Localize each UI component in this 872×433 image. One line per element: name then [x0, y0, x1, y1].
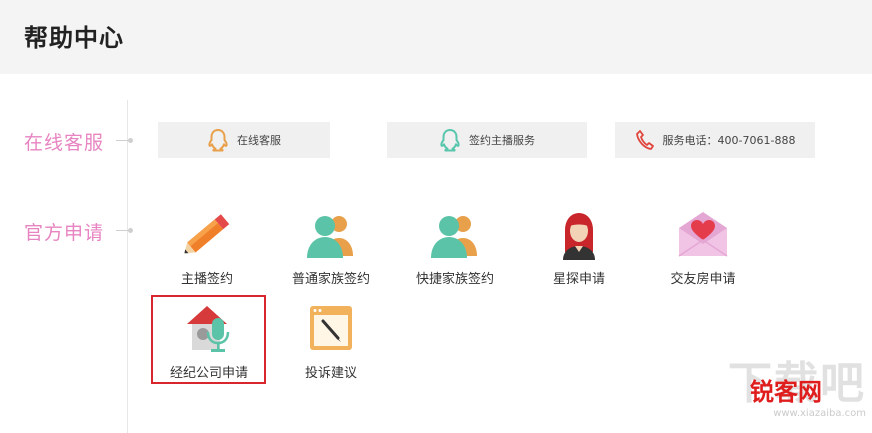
talent-scout-app[interactable]: 星探申请 — [524, 210, 634, 287]
app-label: 星探申请 — [552, 272, 605, 287]
group-icon — [307, 216, 353, 258]
watermark: 下载吧 锐客网 www.xiazaiba.com — [728, 362, 866, 420]
anchor-sign-service-label: 签约主播服务 — [469, 134, 535, 147]
complaint-suggestion-app[interactable]: 投诉建议 — [276, 304, 386, 381]
app-label: 普通家族签约 — [291, 272, 370, 287]
anchor-sign-app[interactable]: 主播签约 — [152, 210, 262, 287]
watermark-red-text: 锐客网 — [750, 378, 822, 406]
timeline-dot — [116, 138, 133, 143]
service-phone-button[interactable]: 服务电话：400-7061-888 — [615, 122, 815, 158]
house-microphone-icon — [187, 306, 230, 352]
dating-room-app[interactable]: 交友房申请 — [648, 210, 758, 287]
watermark-url: www.xiazaiba.com — [773, 408, 866, 419]
page-title: 帮助中心 — [24, 24, 124, 52]
service-phone-label: 服务电话：400-7061-888 — [662, 134, 796, 147]
quick-family-sign-app[interactable]: 快捷家族签约 — [400, 210, 510, 287]
love-letter-icon — [678, 212, 728, 257]
anchor-sign-service-button[interactable]: 签约主播服务 — [387, 122, 587, 158]
family-sign-app[interactable]: 普通家族签约 — [276, 210, 386, 287]
woman-avatar-icon — [563, 213, 595, 260]
agency-apply-app[interactable]: 经纪公司申请 — [154, 304, 264, 381]
app-label: 快捷家族签约 — [415, 272, 494, 287]
qq-icon — [208, 129, 228, 152]
online-service-button[interactable]: 在线客服 — [158, 122, 330, 158]
group-icon — [431, 216, 477, 258]
section-label-official: 官方申请 — [24, 222, 105, 244]
online-service-label: 在线客服 — [237, 134, 281, 147]
app-label: 交友房申请 — [670, 272, 736, 287]
page-header: 帮助中心 — [0, 0, 872, 74]
window-brush-icon — [310, 306, 352, 350]
app-label: 投诉建议 — [304, 366, 357, 381]
section-label-online: 在线客服 — [24, 132, 105, 154]
timeline-dot — [116, 228, 133, 233]
phone-icon — [635, 130, 654, 150]
pencil-icon — [184, 214, 230, 254]
app-label: 经纪公司申请 — [169, 366, 248, 381]
qq-icon — [440, 129, 460, 152]
app-label: 主播签约 — [180, 272, 233, 287]
timeline-line — [127, 100, 128, 433]
